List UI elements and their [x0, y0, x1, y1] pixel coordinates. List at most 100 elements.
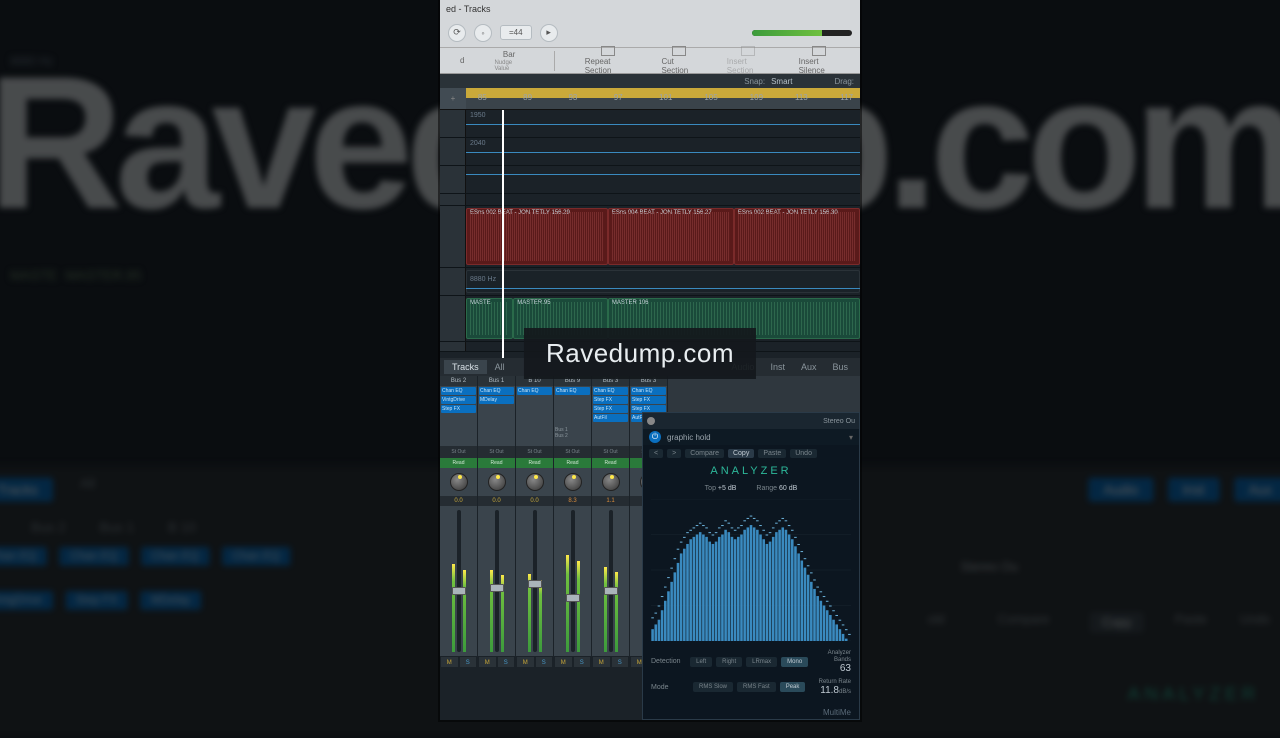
mode-fast[interactable]: RMS Fast [737, 682, 776, 692]
channel-output[interactable]: St Out [478, 446, 515, 458]
plugin-slot[interactable]: Chan EQ [441, 387, 476, 395]
sends[interactable] [516, 426, 553, 446]
prev-button[interactable]: < [649, 449, 663, 458]
copy-button[interactable]: Copy [728, 449, 754, 458]
pan-knob[interactable] [450, 473, 468, 491]
plugin-slot[interactable]: Chan EQ [631, 387, 666, 395]
fader[interactable] [440, 506, 477, 656]
pan-knob[interactable] [602, 473, 620, 491]
fader[interactable] [592, 506, 629, 656]
mode-peak[interactable]: Peak [780, 682, 806, 692]
mixer-channel[interactable]: Bus 1 Chan EQMDelay St Out Read 0.0 M S [478, 376, 516, 668]
mute-button[interactable]: M [516, 656, 535, 668]
pan-knob[interactable] [526, 473, 544, 491]
sends[interactable]: Bus 1Bus 2 [554, 426, 591, 446]
playhead[interactable] [502, 110, 504, 358]
nudge-bar[interactable]: Bar Nudge Value [494, 50, 523, 72]
compare-button[interactable]: Compare [685, 449, 724, 458]
snap-value[interactable]: Smart [771, 77, 792, 86]
tempo-pill[interactable]: =44 [500, 25, 532, 40]
fader[interactable] [516, 506, 553, 656]
snap-bar: Snap: Smart Drag: [440, 74, 860, 88]
pan-knob[interactable] [564, 473, 582, 491]
plugin-slot[interactable]: Chan EQ [517, 387, 552, 395]
tool-button[interactable]: ▸ [540, 24, 558, 42]
solo-button[interactable]: S [611, 656, 630, 668]
sends[interactable] [440, 426, 477, 446]
transport-toolbar: ⟳ ◦ =44 ▸ [440, 18, 860, 48]
mixer-channel[interactable]: Bus 3 Chan EQStep FXStep FXAutFil St Out… [592, 376, 630, 668]
audio-region[interactable]: MASTE [466, 298, 513, 339]
channel-output[interactable]: St Out [554, 446, 591, 458]
analyzer-plugin-window[interactable]: Stereo Ou ⏻ graphic hold ▾ < > Compare C… [642, 412, 860, 720]
plugin-slot[interactable]: Step FX [593, 405, 628, 413]
mute-button[interactable]: M [554, 656, 573, 668]
channel-output[interactable]: St Out [440, 446, 477, 458]
det-right[interactable]: Right [716, 657, 742, 667]
plugin-slot[interactable]: VintgDrive [441, 396, 476, 404]
automation-read[interactable]: Read [554, 458, 591, 468]
solo-button[interactable]: S [497, 656, 516, 668]
channel-output[interactable]: St Out [592, 446, 629, 458]
mute-button[interactable]: M [440, 656, 459, 668]
cut-section-button[interactable]: Cut Section [661, 46, 696, 75]
automation-read[interactable]: Read [516, 458, 553, 468]
mixer-channel[interactable]: B 10 Chan EQ St Out Read 0.0 M S [516, 376, 554, 668]
paste-button[interactable]: Paste [758, 449, 786, 458]
plugin-slot[interactable]: Chan EQ [479, 387, 514, 395]
automation-read[interactable]: Read [478, 458, 515, 468]
plugin-slot[interactable]: Step FX [441, 405, 476, 413]
mute-button[interactable]: M [478, 656, 497, 668]
plugin-slot[interactable]: Chan EQ [555, 387, 590, 395]
pan-knob[interactable] [488, 473, 506, 491]
rate-value[interactable]: 11.8 [820, 685, 839, 696]
analyzer-controls: Detection Left Right LRmax Mono Analyzer… [643, 645, 859, 704]
det-left[interactable]: Left [690, 657, 712, 667]
plugin-nav: < > Compare Copy Paste Undo [643, 445, 859, 461]
nudge-control[interactable]: d [460, 56, 464, 65]
solo-button[interactable]: S [459, 656, 478, 668]
mode-slow[interactable]: RMS Slow [693, 682, 733, 692]
channel-output[interactable]: St Out [516, 446, 553, 458]
mixer-tab-aux[interactable]: Aux [793, 360, 825, 374]
audio-region[interactable]: ESns 002 BEAT - JON TETLY 156.29 [466, 208, 608, 265]
mute-button[interactable]: M [592, 656, 611, 668]
plugin-slot[interactable]: Step FX [631, 396, 666, 404]
automation-read[interactable]: Read [592, 458, 629, 468]
repeat-section-button[interactable]: Repeat Section [585, 46, 632, 75]
undo-button[interactable]: Undo [790, 449, 817, 458]
power-icon[interactable]: ⏻ [649, 431, 661, 443]
automation-read[interactable]: Read [440, 458, 477, 468]
audio-region[interactable]: ESns 004 BEAT - JON TETLY 156.27 [608, 208, 734, 265]
sends[interactable] [478, 426, 515, 446]
mixer-tab-tracks[interactable]: Tracks [444, 360, 487, 374]
sends[interactable] [592, 426, 629, 446]
plugin-titlebar[interactable]: Stereo Ou [643, 413, 859, 429]
mixer-channel[interactable]: Bus 2 Chan EQVintgDriveStep FX St Out Re… [440, 376, 478, 668]
close-icon[interactable] [647, 417, 655, 425]
det-lrmax[interactable]: LRmax [746, 657, 777, 667]
plugin-slot[interactable]: Step FX [593, 396, 628, 404]
plugin-slot[interactable]: MDelay [479, 396, 514, 404]
tool-button[interactable]: ◦ [474, 24, 492, 42]
mixer-tab-all[interactable]: All [487, 360, 513, 374]
solo-button[interactable]: S [535, 656, 554, 668]
det-mono[interactable]: Mono [781, 657, 808, 667]
fader[interactable] [478, 506, 515, 656]
mixer-tab-bus[interactable]: Bus [824, 360, 856, 374]
audio-region[interactable]: ESns 002 BEAT - JON TETLY 156.30 [734, 208, 860, 265]
bands-value[interactable]: 63 [840, 663, 851, 674]
tool-button[interactable]: ⟳ [448, 24, 466, 42]
plugin-slot[interactable]: Chan EQ [593, 387, 628, 395]
preset-name[interactable]: graphic hold [667, 433, 711, 442]
insert-silence-button[interactable]: Insert Silence [799, 46, 840, 75]
timeline-ruler[interactable]: + 85899397101105109113117 [440, 88, 860, 110]
solo-button[interactable]: S [573, 656, 592, 668]
region[interactable] [466, 270, 860, 293]
mixer-tab-inst[interactable]: Inst [762, 360, 793, 374]
plugin-slot[interactable]: AutFil [593, 414, 628, 422]
insert-section-button[interactable]: Insert Section [727, 46, 769, 75]
next-button[interactable]: > [667, 449, 681, 458]
mixer-channel[interactable]: Bus 9 Chan EQ Bus 1Bus 2 St Out Read 8.3… [554, 376, 592, 668]
fader[interactable] [554, 506, 591, 656]
